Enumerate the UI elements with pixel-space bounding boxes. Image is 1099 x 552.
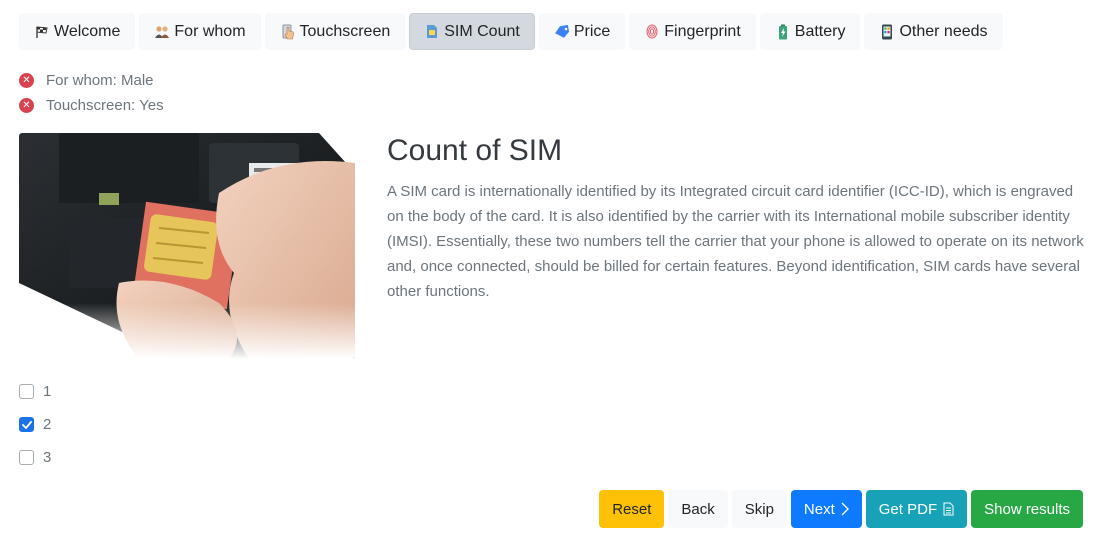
next-button[interactable]: Next [790,490,862,528]
checkered-flag-icon [34,24,50,40]
checkbox[interactable] [19,450,34,465]
tab-touchscreen[interactable]: Touchscreen [264,13,406,50]
tab-other-needs[interactable]: Other needs [864,13,1003,50]
option-item[interactable]: 3 [19,441,51,474]
option-item[interactable]: 2 [19,408,51,441]
reset-label: Reset [612,500,652,518]
action-bar: Reset Back Skip Next Get PDF Show result… [599,490,1083,528]
answers-summary: ✕ For whom: Male ✕ Touchscreen: Yes [19,68,164,118]
tab-label: Touchscreen [299,22,391,40]
check-icon [21,420,32,429]
summary-text: For whom: Male [46,72,154,89]
chevron-right-icon [841,502,849,516]
fingerprint-icon [644,24,660,40]
sim-card-icon [424,24,440,40]
summary-text: Touchscreen: Yes [46,97,164,114]
question-description: A SIM card is internationally identified… [387,183,1084,300]
remove-answer-icon[interactable]: ✕ [19,73,34,88]
checkbox[interactable] [19,384,34,399]
people-icon [154,24,170,40]
sim-count-options: 1 2 3 [19,375,51,474]
back-label: Back [681,500,715,518]
option-label: 2 [43,416,52,433]
tab-label: For whom [174,22,246,40]
skip-button[interactable]: Skip [731,490,787,528]
step-tabs: Welcome For whom Touchscreen SIM Count P… [19,13,1003,50]
back-button[interactable]: Back [668,490,728,528]
battery-icon [775,24,791,40]
remove-answer-icon[interactable]: ✕ [19,98,34,113]
pdf-label: Get PDF [878,500,938,518]
tab-label: Welcome [54,22,121,40]
tab-for-whom[interactable]: For whom [139,13,261,50]
question-title: Count of SIM [387,134,563,167]
option-label: 3 [43,449,52,466]
tab-welcome[interactable]: Welcome [19,13,136,50]
tab-label: Price [573,22,611,40]
price-tag-icon [554,24,570,40]
tab-label: SIM Count [444,22,520,40]
option-item[interactable]: 1 [19,375,51,408]
tab-fingerprint[interactable]: Fingerprint [629,13,756,50]
get-pdf-button[interactable]: Get PDF [865,490,968,528]
reset-button[interactable]: Reset [599,490,665,528]
tab-price[interactable]: Price [538,13,626,50]
checkbox-checked[interactable] [19,417,34,432]
tab-label: Other needs [899,22,988,40]
results-label: Show results [984,500,1070,518]
summary-item: ✕ For whom: Male [19,68,164,93]
skip-label: Skip [744,500,774,518]
tab-sim-count[interactable]: SIM Count [409,13,535,50]
touch-hand-icon [280,24,296,40]
next-label: Next [803,500,835,518]
tab-battery[interactable]: Battery [759,13,861,50]
option-label: 1 [43,383,52,400]
tab-label: Fingerprint [664,22,741,40]
phone-icon [879,24,895,40]
sim-card-photo [19,133,355,359]
summary-item: ✕ Touchscreen: Yes [19,93,164,118]
tab-label: Battery [794,22,846,40]
show-results-button[interactable]: Show results [971,490,1083,528]
document-icon [943,502,954,516]
